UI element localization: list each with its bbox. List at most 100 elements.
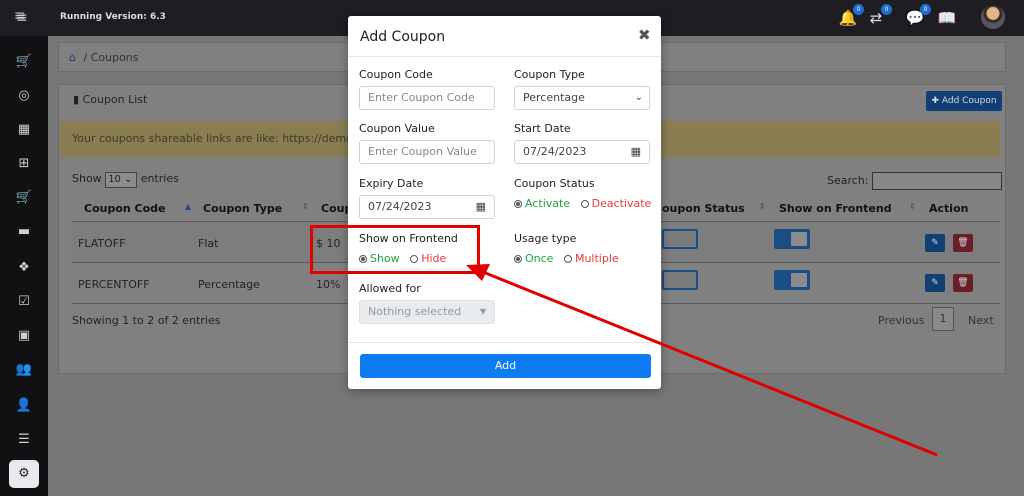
plus-icon: ✚ — [931, 96, 939, 106]
start-date-value: 07/24/2023 — [523, 145, 587, 158]
users-icon[interactable]: 👥 — [14, 360, 34, 380]
calendar-icon[interactable]: ▦ — [631, 141, 641, 163]
coupon-type-value: Percentage — [523, 91, 585, 104]
row-1-frontend-toggle[interactable] — [774, 229, 810, 249]
coupon-value-label: Coupon Value — [359, 122, 435, 135]
column-header-coupon-type[interactable]: Coupon Type — [203, 202, 282, 215]
column-header-show-on-frontend[interactable]: Show on Frontend — [779, 202, 892, 215]
coupon-code-input[interactable]: Enter Coupon Code — [359, 86, 495, 110]
message-badge: 0 — [920, 4, 931, 15]
entries-length-control: Show 10 ⌄ entries — [72, 172, 179, 188]
row-2-frontend-toggle[interactable] — [774, 270, 810, 290]
hamburger-menu-icon[interactable]: ≡ — [16, 10, 28, 26]
caret-down-icon: ▼ — [479, 307, 486, 316]
deactivate-radio[interactable] — [580, 200, 589, 208]
column-header-coupon-code[interactable]: Coupon Code — [84, 202, 166, 215]
row-2-type: Percentage — [198, 278, 260, 291]
row-2-edit-button[interactable]: ✎ — [925, 274, 945, 292]
search-label: Search: — [827, 174, 869, 187]
transfer-icon[interactable]: ⇄ 0 — [866, 4, 892, 28]
list-icon[interactable]: ☰ — [14, 430, 34, 450]
show-label: Show — [72, 172, 102, 185]
sort-icon[interactable]: ⇕ — [302, 202, 309, 211]
bell-icon[interactable]: 🔔 0 — [838, 4, 864, 28]
allowed-for-select[interactable]: Nothing selected ▼ — [359, 300, 495, 324]
expiry-date-label: Expiry Date — [359, 177, 424, 190]
once-radio[interactable] — [514, 255, 522, 263]
avatar[interactable] — [981, 5, 1005, 29]
pager-previous[interactable]: Previous — [878, 314, 925, 327]
row-2-code: PERCENTOFF — [78, 278, 150, 291]
settings-icon[interactable]: ⚙ — [9, 460, 39, 488]
row-1-coupon-status-toggle[interactable] — [662, 229, 698, 249]
entries-select-value: 10 — [108, 174, 121, 185]
briefcase-icon[interactable]: ▬ — [14, 222, 34, 242]
pager-page-1[interactable]: 1 — [932, 307, 954, 331]
shopping-cart-icon[interactable]: 🛒 — [14, 188, 34, 208]
add-coupon-button[interactable]: ✚ Add Coupon — [926, 91, 1002, 111]
allowed-for-value: Nothing selected — [368, 305, 462, 318]
deactivate-label[interactable]: Deactivate — [592, 197, 652, 210]
user-icon[interactable]: 👤 — [14, 396, 34, 416]
showing-entries-text: Showing 1 to 2 of 2 entries — [72, 314, 221, 327]
entries-label: entries — [140, 172, 179, 185]
coupon-value-input[interactable]: Enter Coupon Value — [359, 140, 495, 164]
row-1-edit-button[interactable]: ✎ — [925, 234, 945, 252]
entries-select[interactable]: 10 ⌄ — [105, 172, 138, 188]
usage-type-radios: Once Multiple — [514, 252, 619, 265]
row-1-delete-button[interactable]: 🗑 — [953, 234, 973, 252]
add-coupon-label: Add Coupon — [941, 96, 997, 106]
coupon-code-label: Coupon Code — [359, 68, 433, 81]
calendar-icon[interactable]: ▦ — [476, 196, 486, 218]
row-1-code: FLATOFF — [78, 237, 126, 250]
activate-label[interactable]: Activate — [525, 197, 570, 210]
breadcrumb-separator: / — [83, 51, 88, 64]
close-icon[interactable]: ✖ — [638, 26, 651, 44]
chevron-down-icon: ⌄ — [634, 92, 643, 103]
column-header-coupon-status[interactable]: oupon Status — [662, 202, 745, 215]
multiple-radio[interactable] — [563, 255, 572, 263]
coupon-type-select[interactable]: Percentage ⌄ — [514, 86, 650, 110]
dashboard-icon[interactable]: ◎ — [14, 86, 34, 106]
cubes-icon[interactable]: ❖ — [14, 258, 34, 278]
multiple-label[interactable]: Multiple — [575, 252, 619, 265]
start-date-input[interactable]: 07/24/2023 ▦ — [514, 140, 650, 164]
coupon-type-label: Coupon Type — [514, 68, 585, 81]
money-icon[interactable]: ▣ — [14, 326, 34, 346]
book-icon: ▮ — [73, 93, 80, 106]
row-1-type: Flat — [198, 237, 219, 250]
expiry-date-value: 07/24/2023 — [368, 200, 432, 213]
coupon-status-radios: Activate Deactivate — [514, 197, 651, 210]
calendar-plus-icon[interactable]: ⊞ — [14, 154, 34, 174]
usage-type-label: Usage type — [514, 232, 577, 245]
coupon-status-label: Coupon Status — [514, 177, 595, 190]
cart-icon[interactable]: 🛒 — [14, 52, 34, 72]
calendar-icon[interactable]: ▦ — [14, 120, 34, 140]
sort-asc-icon[interactable]: ▲ — [185, 202, 191, 211]
sort-icon[interactable]: ⇕ — [909, 202, 916, 211]
notice-text: Your coupons shareable links are like: h… — [72, 132, 380, 145]
allowed-for-label: Allowed for — [359, 282, 421, 295]
row-2-delete-button[interactable]: 🗑 — [953, 274, 973, 292]
home-icon[interactable]: ⌂ — [69, 51, 76, 64]
column-header-action: Action — [929, 202, 969, 215]
coupon-list-title: Coupon List — [82, 93, 148, 106]
notification-badge: 0 — [853, 4, 864, 15]
once-label[interactable]: Once — [525, 252, 553, 265]
calendar-check-icon[interactable]: ☑ — [14, 292, 34, 312]
row-2-coupon-status-toggle[interactable] — [662, 270, 698, 290]
search-input[interactable] — [872, 172, 1002, 190]
search-control: Search: — [827, 172, 1002, 190]
expiry-date-input[interactable]: 07/24/2023 ▦ — [359, 195, 495, 219]
modal-title: Add Coupon — [360, 29, 446, 45]
sort-icon[interactable]: ⇕ — [759, 202, 766, 211]
row-2-value: 10% — [316, 278, 341, 291]
language-icon[interactable]: 📖 — [937, 8, 957, 28]
add-submit-button[interactable]: Add — [360, 354, 651, 378]
pager-next[interactable]: Next — [968, 314, 994, 327]
breadcrumb-current: Coupons — [90, 51, 139, 64]
activate-radio[interactable] — [514, 200, 522, 208]
add-coupon-modal: Add Coupon ✖ Coupon Code Enter Coupon Co… — [348, 16, 661, 389]
chat-icon[interactable]: 💬 0 — [905, 4, 931, 28]
modal-header-divider — [348, 56, 661, 57]
